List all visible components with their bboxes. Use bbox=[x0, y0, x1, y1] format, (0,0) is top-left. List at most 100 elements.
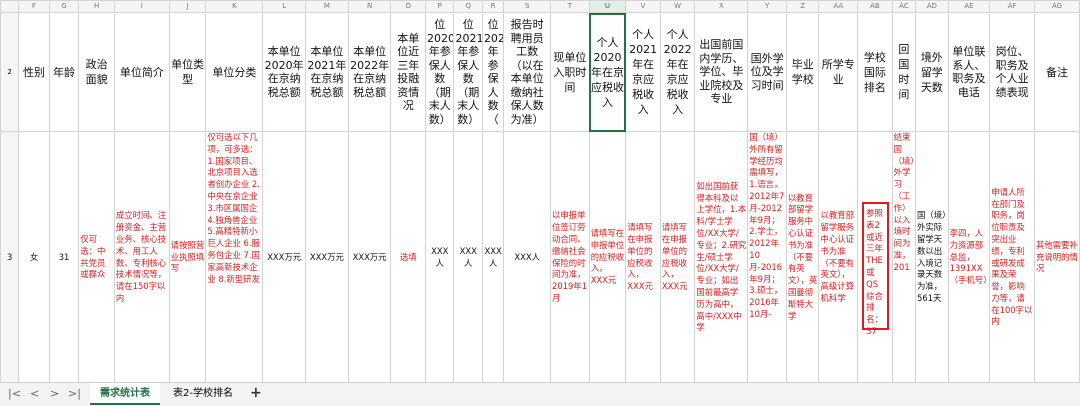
header-cell-selected[interactable]: 个人2020年在京应税收入 bbox=[588, 12, 627, 132]
sheet-tab[interactable]: 表2-学校排名 bbox=[163, 383, 243, 405]
header-cell[interactable]: 本单位近三年投融资情况 bbox=[390, 12, 426, 132]
column-header[interactable]: N bbox=[347, 0, 392, 13]
column-header[interactable]: P bbox=[424, 0, 455, 13]
column-header[interactable]: AB bbox=[857, 0, 893, 13]
data-cell[interactable]: 李四，人力资源部总监，1391XX（手机号） bbox=[947, 131, 991, 382]
cell-text: 仅可选：中共党员或群众 bbox=[80, 233, 106, 280]
data-cell[interactable]: XXX万元 bbox=[347, 131, 392, 382]
column-header[interactable]: S bbox=[503, 0, 552, 13]
column-header-selected[interactable]: U bbox=[588, 0, 627, 13]
sheet-tab-bar: |< < > >| 需求统计表 表2-学校排名 + bbox=[0, 382, 1080, 406]
header-cell[interactable]: 回国时间 bbox=[891, 12, 917, 132]
data-cell[interactable]: 结束国（境）外学习（工作）以入境时间为准，201 bbox=[891, 131, 917, 382]
header-cell[interactable]: 报告时聘用员工数（以在本单位缴纳社保人数为准） bbox=[503, 12, 552, 132]
column-header[interactable]: O bbox=[390, 0, 426, 13]
add-sheet-button[interactable]: + bbox=[250, 385, 262, 401]
header-cell[interactable]: 个人2022年在京应税收入 bbox=[659, 12, 696, 132]
header-cell[interactable]: 所学专业 bbox=[818, 12, 859, 132]
column-header[interactable]: Z bbox=[785, 0, 820, 13]
data-cell[interactable]: 请填写在申报单位的应税收入，XXX元 bbox=[659, 131, 696, 382]
data-cell[interactable]: 申请人所在部门及职务，岗位职责及突出业绩，专利或研发成果及荣誉，影响力等，请在1… bbox=[989, 131, 1035, 382]
column-header[interactable]: J bbox=[168, 0, 207, 13]
header-cell[interactable]: 现单位入职时间 bbox=[550, 12, 590, 132]
header-cell[interactable]: 单位分类 bbox=[205, 12, 264, 132]
data-cell[interactable]: XXX人 bbox=[503, 131, 552, 382]
column-header[interactable]: AG bbox=[1034, 0, 1080, 13]
header-cell[interactable]: 本单位2021年在京纳税总额 bbox=[305, 12, 349, 132]
data-cell[interactable]: 如出国前获得本科及以上学位，1.本科/学士学位/XX大学/专业；2.研究生/硕士… bbox=[694, 131, 749, 382]
row-number[interactable]: 2 bbox=[0, 12, 20, 132]
header-cell[interactable]: 国外学位及学习时间 bbox=[747, 12, 787, 132]
column-header[interactable]: AA bbox=[818, 0, 859, 13]
data-cell[interactable]: XXX人 bbox=[453, 131, 483, 382]
sheet-tab-active[interactable]: 需求统计表 bbox=[90, 383, 160, 405]
data-cell[interactable]: 请填写在申报单位的应税收入，XXX元 bbox=[588, 131, 627, 382]
header-cell[interactable]: 单位联系人、职务及电话 bbox=[947, 12, 991, 132]
header-cell[interactable]: 出国前国内学历、学位、毕业院校及专业 bbox=[694, 12, 749, 132]
column-header[interactable]: X bbox=[694, 0, 749, 13]
data-cell[interactable]: 31 bbox=[48, 131, 80, 382]
header-cell[interactable]: 位2020年参保人数（期末人数） bbox=[424, 12, 455, 132]
data-cell[interactable]: 以申报单位签订劳动合同、缴纳社会保险的时间为准，2019年1月 bbox=[550, 131, 590, 382]
data-cell[interactable]: 请按照营业执照填写 bbox=[168, 131, 207, 382]
header-cell[interactable]: 单位类型 bbox=[168, 12, 207, 132]
header-cell[interactable]: 毕业学校 bbox=[785, 12, 820, 132]
data-cell[interactable]: XXX人 bbox=[424, 131, 455, 382]
prev-sheet-icon[interactable]: < bbox=[30, 387, 39, 400]
cell-text: 如出国前获得本科及以上学位，1.本科/学士学位/XX大学/专业；2.研究生/硕士… bbox=[696, 180, 747, 333]
column-header[interactable]: G bbox=[48, 0, 80, 13]
header-cell[interactable]: 年龄 bbox=[48, 12, 80, 132]
header-cell[interactable]: 岗位、职务及个人业绩表现 bbox=[989, 12, 1035, 132]
data-cell[interactable]: 以教育部留学服务中心认证书为准（不要有英文），高级计算机科学 bbox=[818, 131, 859, 382]
header-cell[interactable]: 本单位2022年在京纳税总额 bbox=[347, 12, 392, 132]
data-cell[interactable]: XXX万元 bbox=[262, 131, 307, 382]
column-header[interactable]: V bbox=[625, 0, 661, 13]
data-cell[interactable]: 其他需要补充说明的情况 bbox=[1034, 131, 1080, 382]
header-cell[interactable]: 备注 bbox=[1034, 12, 1080, 132]
column-header[interactable]: H bbox=[78, 0, 115, 13]
column-header[interactable]: T bbox=[550, 0, 590, 13]
header-cell[interactable]: 单位简介 bbox=[113, 12, 170, 132]
next-sheet-icon[interactable]: > bbox=[50, 387, 59, 400]
cell-text: 请填写在申报单位的应税收入，XXX元 bbox=[661, 222, 688, 292]
header-cell[interactable]: 学校国际排名 bbox=[857, 12, 893, 132]
column-header[interactable]: R bbox=[481, 0, 505, 13]
row-number[interactable]: 3 bbox=[0, 131, 20, 382]
column-header[interactable]: AE bbox=[947, 0, 991, 13]
data-cell[interactable]: 国（境）外所有留学经历均需填写，1.语言，2012年7月-2012年9月；2.学… bbox=[747, 131, 787, 382]
header-cell[interactable]: 境外留学天数 bbox=[915, 12, 949, 132]
header-cell[interactable]: 性别 bbox=[18, 12, 50, 132]
first-sheet-icon[interactable]: |< bbox=[8, 387, 21, 400]
column-header[interactable]: AF bbox=[989, 0, 1035, 13]
column-header[interactable]: AD bbox=[915, 0, 949, 13]
header-cell[interactable]: 个人2021年在京应税收入 bbox=[625, 12, 661, 132]
column-header[interactable]: Q bbox=[453, 0, 483, 13]
data-cell[interactable]: 选填 bbox=[390, 131, 426, 382]
data-cell[interactable]: XXX万元 bbox=[305, 131, 349, 382]
data-cell[interactable]: 国（境）外实际留学天数以出入境记录天数为准，561天 bbox=[915, 131, 949, 382]
header-cell[interactable]: 位2021年参保人数（期末人数） bbox=[453, 12, 483, 132]
data-cell[interactable]: 成立时间、注册资金、主营业务、核心技术、用工人数、专利核心技术情况等，请在150… bbox=[113, 131, 170, 382]
column-header[interactable]: W bbox=[659, 0, 696, 13]
column-header[interactable]: Y bbox=[747, 0, 787, 13]
column-header[interactable]: AC bbox=[891, 0, 917, 13]
header-cell[interactable]: 政治面貌 bbox=[78, 12, 115, 132]
data-cell[interactable]: 以教育部留学服务中心认证书为准（不要有英文），英国曼彻斯特大学 bbox=[785, 131, 820, 382]
column-header[interactable]: L bbox=[262, 0, 307, 13]
data-cell[interactable]: XXX人 bbox=[481, 131, 505, 382]
column-header[interactable]: M bbox=[305, 0, 349, 13]
data-cell[interactable]: 参照表2或近三年THE或QS综合排名：37 bbox=[857, 131, 893, 382]
data-cell[interactable]: 请填写在申报单位的应税收入，XXX元 bbox=[625, 131, 661, 382]
data-cell[interactable]: 仅可选：中共党员或群众 bbox=[78, 131, 115, 382]
column-header[interactable]: F bbox=[18, 0, 50, 13]
data-cell[interactable]: 女 bbox=[18, 131, 50, 382]
header-cell[interactable]: 位2022年参保人数（ bbox=[481, 12, 505, 132]
column-header[interactable]: K bbox=[205, 0, 264, 13]
column-header[interactable]: I bbox=[113, 0, 170, 13]
highlight-box: 参照表2或近三年THE或QS综合排名：37 bbox=[862, 202, 889, 336]
header-cell[interactable]: 本单位2020年在京纳税总额 bbox=[262, 12, 307, 132]
last-sheet-icon[interactable]: >| bbox=[68, 387, 81, 400]
spreadsheet-grid[interactable]: F G H I J K L M N O P Q R S T U V W X Y … bbox=[0, 0, 1080, 382]
select-all-corner[interactable] bbox=[0, 0, 20, 13]
data-cell[interactable]: 仅可选以下几项，可多选：1.国家项目、北京项目入选者创办企业 2.中央在京企业 … bbox=[205, 131, 264, 382]
